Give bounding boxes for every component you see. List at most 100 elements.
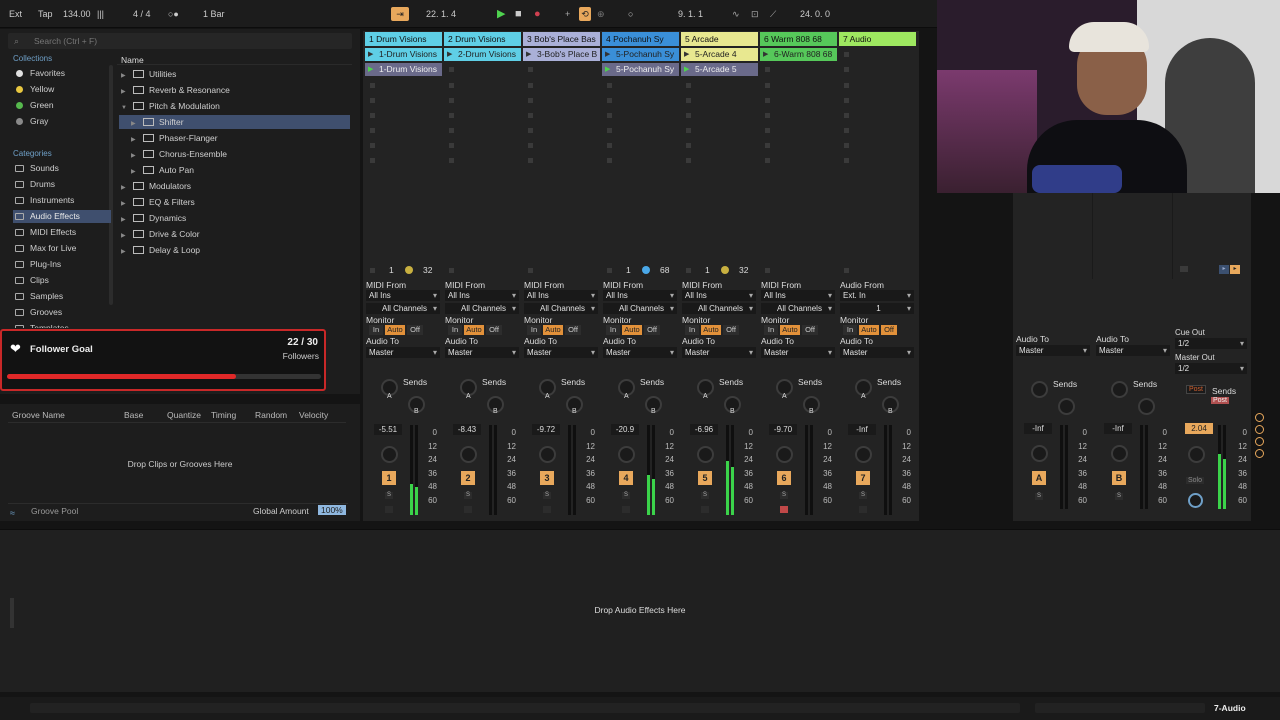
groove-column-header[interactable]: Groove Name	[12, 410, 65, 420]
empty-clip-stop[interactable]	[449, 158, 454, 163]
track-header[interactable]: 6 Warm 808 68	[760, 32, 837, 46]
return-output-select[interactable]: Master	[1096, 345, 1170, 356]
expand-arrow-icon[interactable]: ▶	[131, 149, 139, 163]
browser-search-input[interactable]: Search (Ctrl + F)	[8, 33, 352, 49]
track-header[interactable]: 1 Drum Visions	[365, 32, 442, 46]
cue-volume-knob[interactable]	[1188, 493, 1203, 508]
empty-clip-stop[interactable]	[449, 67, 454, 72]
empty-clip-stop[interactable]	[765, 98, 770, 103]
volume-field[interactable]: -9.72	[532, 424, 560, 435]
category-item[interactable]: Plug-Ins	[13, 258, 111, 271]
output-select[interactable]: Master	[682, 347, 756, 358]
quantization-select[interactable]: 1 Bar	[203, 7, 225, 21]
clip-slot[interactable]: ▶ 1-Drum Visions	[365, 63, 442, 76]
empty-clip-stop[interactable]	[607, 98, 612, 103]
input-source-select[interactable]: Ext. In	[840, 290, 914, 301]
empty-clip-stop[interactable]	[765, 113, 770, 118]
groove-column-header[interactable]: Base	[124, 410, 143, 420]
empty-clip-stop[interactable]	[686, 113, 691, 118]
master-post-button[interactable]: Post	[1186, 385, 1207, 394]
record-icon[interactable]: ●	[534, 7, 541, 21]
arrangement-position[interactable]: 22. 1. 4	[426, 7, 456, 21]
solo-button[interactable]: S	[859, 492, 867, 499]
input-channel-select[interactable]: All Channels	[603, 303, 677, 314]
output-select[interactable]: Master	[445, 347, 519, 358]
empty-clip-stop[interactable]	[765, 128, 770, 133]
empty-clip-stop[interactable]	[844, 158, 849, 163]
empty-clip-stop[interactable]	[449, 98, 454, 103]
empty-clip-stop[interactable]	[844, 143, 849, 148]
empty-clip-stop[interactable]	[844, 128, 849, 133]
empty-clip-stop[interactable]	[844, 83, 849, 88]
groove-drop-zone[interactable]: Drop Clips or Grooves Here	[0, 459, 360, 469]
loop-icon[interactable]: ⊡	[751, 7, 759, 21]
monitor-in-button[interactable]: In	[843, 325, 857, 335]
browser-tree-item[interactable]: ▶ Shifter	[119, 115, 350, 129]
play-icon[interactable]: ▶	[497, 7, 505, 21]
input-channel-select[interactable]: All Channels	[761, 303, 835, 314]
scene-launch-icon[interactable]: ▸	[1219, 265, 1229, 274]
monitor-in-button[interactable]: In	[685, 325, 699, 335]
collection-item[interactable]: Yellow	[13, 83, 111, 96]
empty-clip-stop[interactable]	[528, 67, 533, 72]
empty-clip-stop[interactable]	[844, 113, 849, 118]
stop-all-clips-icon[interactable]	[1180, 266, 1188, 272]
cue-out-select[interactable]: 1/2	[1175, 338, 1247, 349]
empty-clip-stop[interactable]	[607, 128, 612, 133]
empty-clip-stop[interactable]	[528, 143, 533, 148]
expand-arrow-icon[interactable]: ▶	[121, 197, 129, 211]
browser-tree-item[interactable]: ▶ Chorus-Ensemble	[131, 147, 227, 161]
empty-clip-stop[interactable]	[607, 83, 612, 88]
clip-play-icon[interactable]: ▶	[684, 63, 689, 76]
loop-start-field[interactable]: 9. 1. 1	[678, 7, 703, 21]
monitor-in-button[interactable]: In	[606, 325, 620, 335]
arm-button[interactable]	[543, 506, 551, 513]
browser-tree-item[interactable]: ▶ Modulators	[121, 179, 191, 193]
return-pan-knob[interactable]	[1111, 445, 1128, 462]
groove-column-header[interactable]: Velocity	[299, 410, 328, 420]
empty-clip-stop[interactable]	[844, 67, 849, 72]
tap-tempo-button[interactable]: Tap	[38, 7, 53, 21]
mixer-section-toggles[interactable]	[1255, 413, 1267, 465]
empty-clip-stop[interactable]	[370, 158, 375, 163]
clip-play-icon[interactable]: ▶	[526, 48, 531, 61]
monitor-in-button[interactable]: In	[764, 325, 778, 335]
input-source-select[interactable]: All Ins	[445, 290, 519, 301]
input-channel-select[interactable]: 1	[840, 303, 914, 314]
pan-knob[interactable]	[539, 446, 556, 463]
return-volume-field[interactable]: -Inf	[1104, 423, 1132, 434]
expand-arrow-icon[interactable]: ▶	[121, 229, 129, 243]
volume-field[interactable]: -5.51	[374, 424, 402, 435]
device-drop-zone[interactable]: Drop Audio Effects Here	[0, 605, 1280, 615]
output-select[interactable]: Master	[761, 347, 835, 358]
global-amount-field[interactable]: 100%	[318, 505, 346, 515]
expand-arrow-icon[interactable]: ▶	[131, 117, 139, 131]
input-source-select[interactable]: All Ins	[682, 290, 756, 301]
arm-button[interactable]	[780, 506, 788, 513]
browser-tree-item[interactable]: ▶ EQ & Filters	[121, 195, 195, 209]
pan-knob[interactable]	[381, 446, 398, 463]
clip-stop-button[interactable]	[449, 268, 454, 273]
volume-field[interactable]: -Inf	[848, 424, 876, 435]
empty-clip-stop[interactable]	[765, 143, 770, 148]
empty-clip-stop[interactable]	[370, 113, 375, 118]
input-source-select[interactable]: All Ins	[524, 290, 598, 301]
browser-tree-item[interactable]: ▶ Delay & Loop	[121, 243, 200, 257]
status-scroll[interactable]	[30, 703, 1020, 713]
monitor-in-button[interactable]: In	[527, 325, 541, 335]
return-activator-button[interactable]: A	[1032, 471, 1046, 485]
groove-column-header[interactable]: Quantize	[167, 410, 201, 420]
empty-clip-stop[interactable]	[607, 113, 612, 118]
clip-slot[interactable]: ▶ 6-Warm 808 68	[760, 48, 837, 61]
output-select[interactable]: Master	[366, 347, 440, 358]
clip-slot[interactable]: ▶ 5-Arcade 4	[681, 48, 758, 61]
expand-arrow-icon[interactable]: ▶	[131, 133, 139, 147]
clip-stop-button[interactable]	[765, 268, 770, 273]
expand-arrow-icon[interactable]: ▶	[121, 69, 129, 83]
input-source-select[interactable]: All Ins	[761, 290, 835, 301]
clip-play-icon[interactable]: ▶	[605, 48, 610, 61]
return-output-select[interactable]: Master	[1016, 345, 1090, 356]
monitor-off-button[interactable]: Off	[802, 325, 818, 335]
category-item[interactable]: Clips	[13, 274, 111, 287]
track-activator-button[interactable]: 6	[777, 471, 791, 485]
